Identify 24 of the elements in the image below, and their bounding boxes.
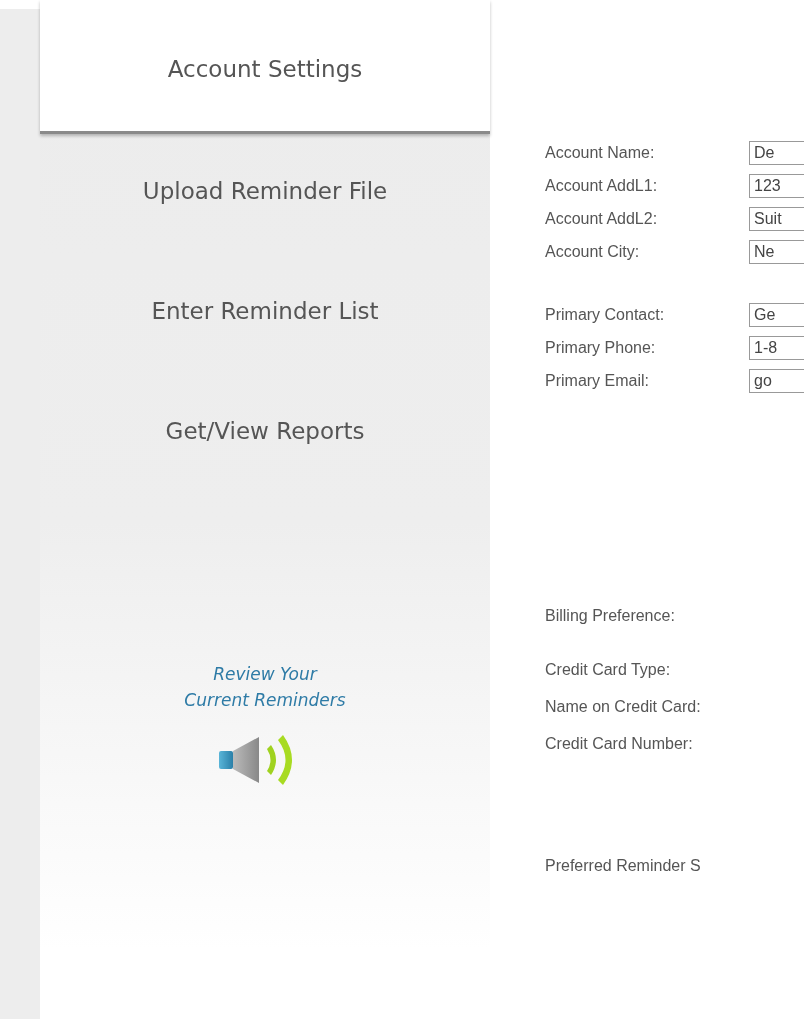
field-label: Primary Phone: [545, 338, 657, 357]
field-label: Primary Email: [545, 371, 650, 390]
review-reminders-link[interactable]: Review Your Current Reminders [184, 661, 346, 713]
sidebar-tab[interactable]: Get/View Reports [40, 371, 490, 491]
input-field[interactable]: Suit [749, 206, 804, 231]
field-label: Credit Card Type: [545, 660, 672, 679]
field-label: Account City: [545, 242, 641, 261]
field-label: Account AddL1: [545, 176, 659, 195]
input-field[interactable]: Ge [749, 302, 804, 327]
sidebar-tab[interactable]: Account Settings [40, 0, 490, 134]
input-field[interactable]: Ne [749, 239, 804, 264]
input-field[interactable]: De [749, 140, 804, 165]
sidebar-tab[interactable]: Upload Reminder File [40, 131, 490, 251]
field-label: Credit Card Number: [545, 734, 694, 753]
input-field[interactable]: go [749, 368, 804, 393]
input-field[interactable]: 1-8 [749, 335, 804, 360]
sidebar-tab[interactable]: Enter Reminder List [40, 251, 490, 371]
field-label: Primary Contact: [545, 305, 666, 324]
field-label: Name on Credit Card: [545, 697, 702, 716]
field-label: Billing Preference: [545, 606, 676, 625]
field-label: Account Name: [545, 143, 656, 162]
field-label: Account AddL2: [545, 209, 659, 228]
input-field[interactable]: 123 [749, 173, 804, 198]
field-label: Preferred Reminder S [545, 856, 702, 875]
